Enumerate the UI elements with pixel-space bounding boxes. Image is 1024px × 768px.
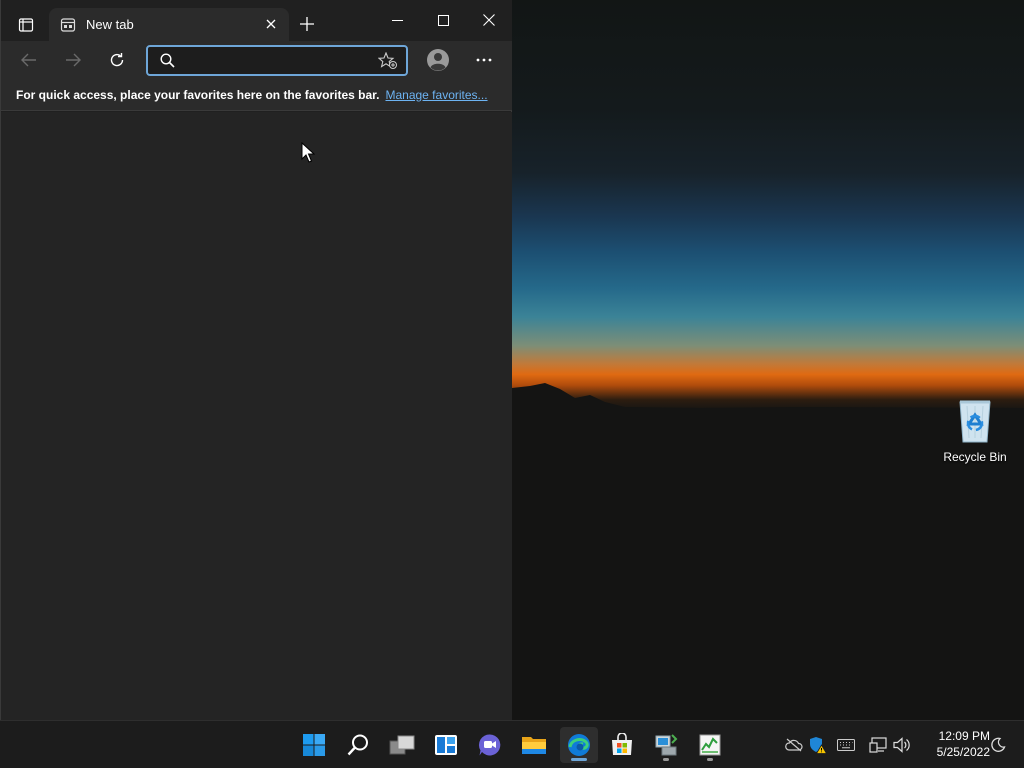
page-content <box>1 112 512 720</box>
forward-button[interactable] <box>59 47 87 73</box>
maximize-icon <box>437 14 449 26</box>
search-icon <box>347 734 368 756</box>
file-explorer-icon <box>522 737 546 754</box>
security-warning-icon <box>810 737 827 754</box>
desktop-icon-label: Recycle Bin <box>943 450 1007 464</box>
address-input[interactable] <box>185 53 375 68</box>
volume-tray-button[interactable] <box>892 735 912 755</box>
taskbar: 12:09 PM 5/25/2022 <box>0 720 1024 768</box>
tab-close-button[interactable] <box>263 16 279 32</box>
tab-new-tab[interactable]: New tab <box>49 8 289 41</box>
start-button[interactable] <box>295 727 333 763</box>
task-manager-button[interactable] <box>691 727 729 763</box>
microsoft-store-button[interactable] <box>603 727 641 763</box>
favorites-bar-message: For quick access, place your favorites h… <box>16 87 380 102</box>
tab-title: New tab <box>86 17 134 32</box>
running-app-indicator <box>707 758 713 761</box>
edge-icon <box>568 734 590 756</box>
address-bar[interactable] <box>146 45 408 76</box>
clock-time: 12:09 PM <box>938 729 990 743</box>
add-favorite-button[interactable] <box>378 52 398 70</box>
focus-assist-button[interactable] <box>988 735 1008 755</box>
title-bar: New tab <box>1 0 512 41</box>
desktop-icon-recycle-bin[interactable]: Recycle Bin <box>940 396 1010 470</box>
profile-button[interactable] <box>425 47 451 73</box>
network-tray-button[interactable] <box>868 735 888 755</box>
navigation-toolbar <box>1 41 512 79</box>
manage-favorites-link[interactable]: Manage favorites... <box>385 88 487 102</box>
microsoft-store-icon <box>612 733 632 755</box>
mouse-pointer-icon <box>301 142 315 163</box>
tab-actions-button[interactable] <box>11 12 41 38</box>
star-add-icon <box>378 52 397 69</box>
minimize-icon <box>391 19 403 21</box>
chat-button[interactable] <box>471 727 509 763</box>
favorites-bar: For quick access, place your favorites h… <box>1 79 512 111</box>
tab-actions-icon <box>18 18 34 32</box>
widgets-icon <box>435 735 457 755</box>
clock-date: 5/25/2022 <box>936 745 990 759</box>
settings-more-button[interactable] <box>471 47 497 73</box>
keyboard-icon <box>837 739 855 751</box>
arrow-right-icon <box>66 53 81 67</box>
close-icon <box>483 14 495 26</box>
security-tray-button[interactable] <box>808 735 828 755</box>
volume-icon <box>893 737 910 753</box>
network-icon <box>869 737 887 753</box>
back-button[interactable] <box>15 47 43 73</box>
running-app-indicator <box>663 758 669 761</box>
refresh-icon <box>110 53 124 67</box>
search-icon <box>160 53 175 68</box>
refresh-button[interactable] <box>103 47 131 73</box>
onedrive-offline-icon <box>785 738 803 752</box>
maximize-button[interactable] <box>420 4 466 36</box>
focus-assist-icon <box>991 737 1006 752</box>
teams-chat-icon <box>478 734 501 756</box>
task-view-icon <box>389 735 415 755</box>
task-manager-icon <box>699 734 721 756</box>
edge-taskbar-button[interactable] <box>560 727 598 763</box>
file-explorer-button[interactable] <box>515 727 553 763</box>
network-app-icon <box>655 734 678 756</box>
minimize-button[interactable] <box>374 4 420 36</box>
widgets-button[interactable] <box>427 727 465 763</box>
new-tab-page-icon <box>60 17 76 32</box>
plus-icon <box>300 17 314 31</box>
active-app-indicator <box>571 758 587 761</box>
windows-start-icon <box>303 734 325 756</box>
network-app-button[interactable] <box>647 727 685 763</box>
avatar-icon <box>427 49 449 71</box>
close-icon <box>266 19 276 29</box>
recycle-bin-icon <box>959 400 991 443</box>
close-window-button[interactable] <box>466 4 512 36</box>
system-clock[interactable]: 12:09 PM 5/25/2022 <box>920 728 990 760</box>
arrow-left-icon <box>21 53 36 67</box>
new-tab-button[interactable] <box>295 12 319 36</box>
more-horizontal-icon <box>476 58 492 62</box>
edge-browser-window: New tab For quick access, place your fav… <box>0 0 512 720</box>
taskbar-search-button[interactable] <box>339 727 377 763</box>
touch-keyboard-button[interactable] <box>836 735 856 755</box>
task-view-button[interactable] <box>383 727 421 763</box>
onedrive-tray-button[interactable] <box>784 735 804 755</box>
